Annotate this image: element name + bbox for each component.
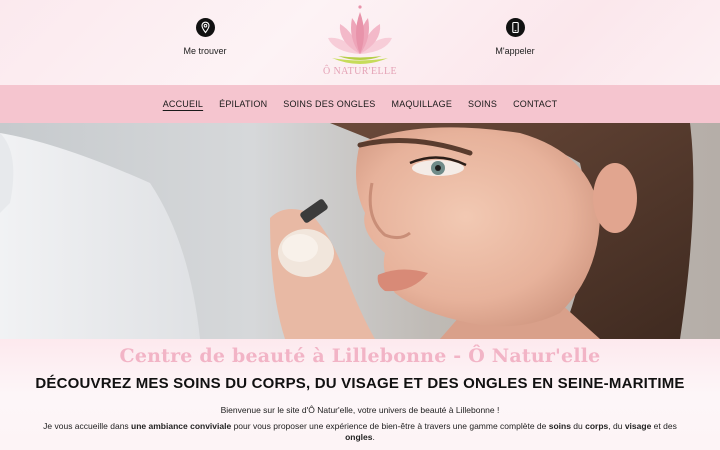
location-pin-icon — [195, 18, 215, 37]
desc-part: , du — [608, 421, 625, 431]
call-us-label: M'appeler — [495, 46, 535, 56]
page-title: Centre de beauté à Lillebonne - Ô Natur'… — [119, 345, 601, 367]
hero-image — [0, 123, 720, 339]
desc-part: Je vous accueille dans — [43, 421, 132, 431]
nav-item-maquillage[interactable]: MAQUILLAGE — [384, 99, 461, 109]
desc-part: . — [372, 432, 375, 442]
lotus-logo-icon — [328, 5, 392, 64]
woman-makeup-brush-photo — [0, 123, 720, 339]
nav-item-accueil[interactable]: ACCUEIL — [155, 99, 211, 109]
nav-item-contact[interactable]: CONTACT — [505, 99, 565, 109]
desc-bold: corps — [585, 421, 609, 431]
desc-part: du — [570, 421, 586, 431]
desc-part: pour vous proposer une expérience de bie… — [231, 421, 549, 431]
call-us-link[interactable]: M'appeler — [455, 18, 575, 56]
nav-item-soins[interactable]: SOINS — [460, 99, 505, 109]
nav-item-epilation[interactable]: ÉPILATION — [211, 99, 275, 109]
welcome-text: Bienvenue sur le site d'Ô Natur'elle, vo… — [220, 405, 500, 415]
desc-bold: visage — [624, 421, 652, 431]
logo-text: Ô NATUR'ELLE — [322, 66, 398, 77]
description-text: Je vous accueille dans une ambiance conv… — [30, 421, 690, 443]
phone-icon — [505, 18, 525, 37]
intro-section: Centre de beauté à Lillebonne - Ô Natur'… — [0, 339, 720, 450]
desc-part: et des — [651, 421, 677, 431]
header: Me trouver Ô NATUR'ELLE M'appeler — [0, 0, 720, 85]
find-us-label: Me trouver — [183, 46, 227, 56]
desc-bold: ongles — [345, 432, 373, 442]
find-us-link[interactable]: Me trouver — [145, 18, 265, 56]
desc-bold: soins — [548, 421, 571, 431]
nav-item-soins-des-ongles[interactable]: SOINS DES ONGLES — [275, 99, 383, 109]
main-nav: ACCUEIL ÉPILATION SOINS DES ONGLES MAQUI… — [0, 85, 720, 123]
desc-bold: une ambiance conviviale — [131, 421, 232, 431]
logo[interactable]: Ô NATUR'ELLE — [320, 4, 400, 82]
page-subtitle: DÉCOUVREZ MES SOINS DU CORPS, DU VISAGE … — [35, 375, 685, 392]
